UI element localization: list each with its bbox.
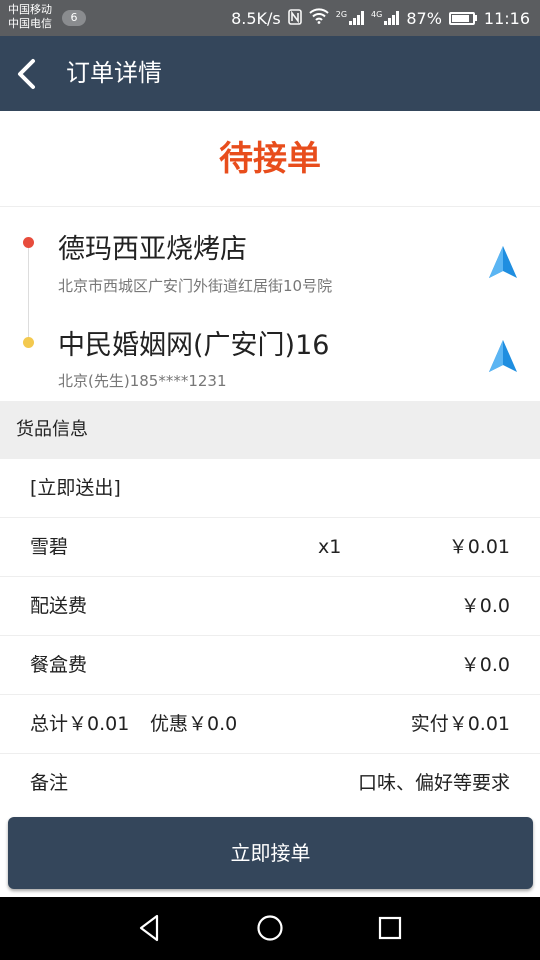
nfc-icon xyxy=(287,8,302,28)
pickup-address: 北京市西城区广安门外街道红居街10号院 xyxy=(58,277,333,295)
delivery-fee-value: ￥0.0 xyxy=(460,595,510,617)
remark-row: 备注 口味、偏好等要求 xyxy=(0,754,540,813)
route-panel: 德玛西亚烧烤店 北京市西城区广安门外街道红居街10号院 中民婚姻网(广安门)16… xyxy=(0,207,540,401)
system-nav-bar xyxy=(0,897,540,960)
app-header: 订单详情 xyxy=(0,36,540,111)
page-title: 订单详情 xyxy=(66,59,162,87)
dropoff-navigate-icon[interactable] xyxy=(488,339,518,373)
signal-sim1-icon: 2G xyxy=(335,10,365,25)
battery-percent: 87% xyxy=(406,8,442,28)
dropoff-dot-icon xyxy=(23,337,34,348)
carrier-1: 中国移动 xyxy=(8,3,52,16)
wifi-icon xyxy=(309,8,329,28)
delivery-fee-row: 配送费 ￥0.0 xyxy=(0,577,540,636)
nav-recents-icon[interactable] xyxy=(373,911,407,945)
status-bar: 中国移动 中国电信 6 8.5K/s 2G 4G 87% 11:16 xyxy=(0,0,540,36)
discount-amount: 优惠￥0.0 xyxy=(150,713,238,735)
battery-icon xyxy=(448,11,477,25)
delivery-fee-label: 配送费 xyxy=(30,595,88,617)
goods-item-name: 雪碧 xyxy=(30,536,69,558)
notification-badge: 6 xyxy=(62,10,86,26)
total-amount: 总计￥0.01 xyxy=(30,713,130,735)
remark-value: 口味、偏好等要求 xyxy=(357,772,510,794)
goods-section-header: 货品信息 xyxy=(0,401,540,459)
back-arrow-icon[interactable] xyxy=(14,58,40,90)
remark-label: 备注 xyxy=(30,772,69,794)
dropoff-name: 中民婚姻网(广安门)16 xyxy=(58,330,330,361)
pickup-navigate-icon[interactable] xyxy=(488,245,518,279)
order-status-label: 待接单 xyxy=(0,111,540,207)
box-fee-row: 餐盒费 ￥0.0 xyxy=(0,636,540,695)
accept-order-button[interactable]: 立即接单 xyxy=(8,817,533,889)
delivery-tag: [立即送出] xyxy=(30,477,121,499)
pickup-dot-icon xyxy=(23,237,34,248)
carrier-info: 中国移动 中国电信 xyxy=(8,3,52,31)
delivery-tag-row: [立即送出] xyxy=(0,459,540,518)
signal-sim2-icon: 4G xyxy=(371,10,400,25)
clock: 11:16 xyxy=(483,8,530,28)
goods-item-qty: x1 xyxy=(318,536,342,558)
box-fee-value: ￥0.0 xyxy=(460,654,510,676)
nav-back-icon[interactable] xyxy=(133,911,167,945)
status-indicators: 8.5K/s 2G 4G 87% 11:16 xyxy=(231,0,530,36)
nav-home-icon[interactable] xyxy=(253,911,287,945)
route-timeline xyxy=(28,245,29,345)
sim1-network-tag: 2G xyxy=(335,10,348,19)
goods-item-price: ￥0.01 xyxy=(448,536,510,558)
goods-item-row: 雪碧 x1 ￥0.01 xyxy=(0,518,540,577)
carrier-2: 中国电信 xyxy=(8,17,52,30)
box-fee-label: 餐盒费 xyxy=(30,654,88,676)
dropoff-contact: 北京(先生)185****1231 xyxy=(58,372,227,390)
paid-amount: 实付￥0.01 xyxy=(410,713,510,735)
network-speed: 8.5K/s xyxy=(231,8,281,28)
totals-row: 总计￥0.01 优惠￥0.0 实付￥0.01 xyxy=(0,695,540,754)
sim2-network-tag: 4G xyxy=(371,10,383,19)
pickup-name: 德玛西亚烧烤店 xyxy=(58,234,247,265)
